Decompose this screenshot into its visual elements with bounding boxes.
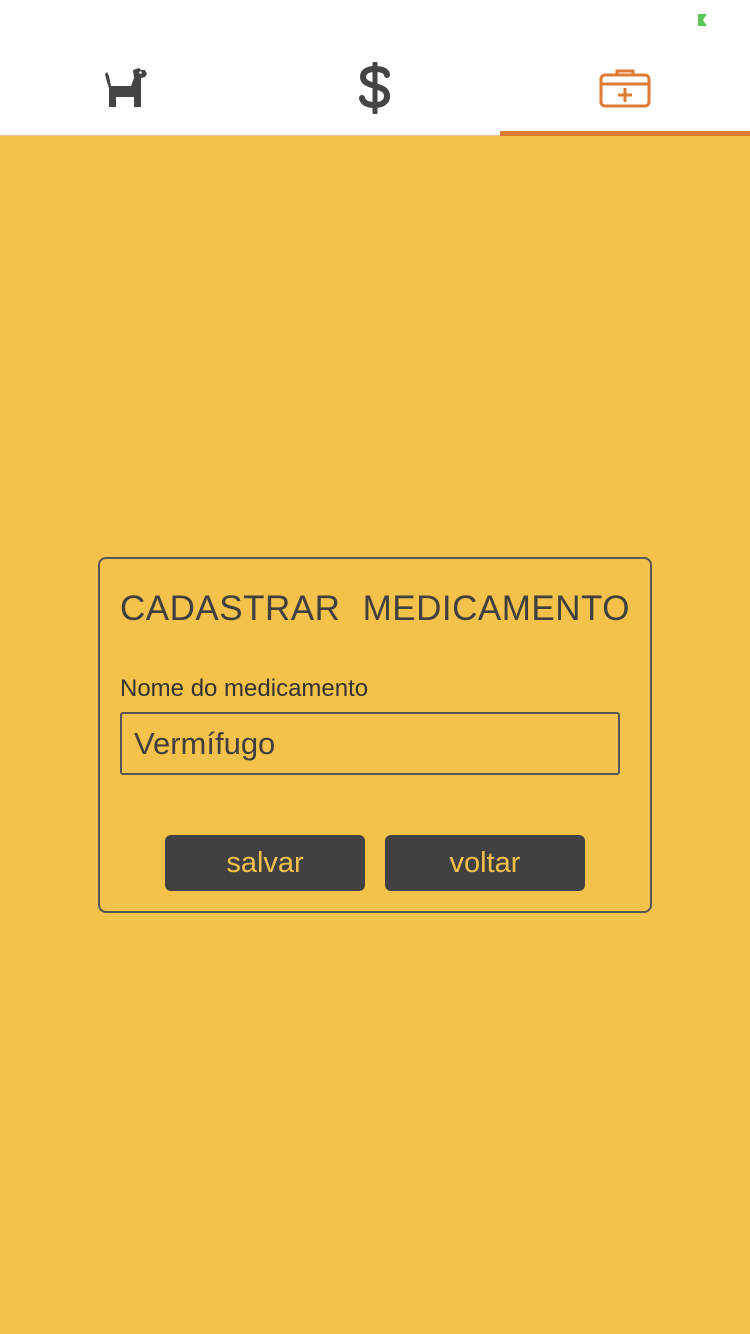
title-word-medicine: MEDICAMENTO bbox=[362, 589, 630, 628]
save-button[interactable]: salvar bbox=[165, 835, 365, 891]
title-word-register: CADASTRAR bbox=[120, 589, 341, 628]
app-screen: CADASTRAR MEDICAMENTO Nome do medicament… bbox=[0, 0, 750, 1334]
register-medicine-card: CADASTRAR MEDICAMENTO Nome do medicament… bbox=[98, 557, 652, 913]
medical-kit-icon bbox=[599, 69, 651, 107]
status-bar bbox=[0, 0, 750, 40]
battery-charging-icon bbox=[698, 14, 707, 26]
tab-pets[interactable] bbox=[0, 40, 250, 135]
dog-icon bbox=[105, 67, 147, 107]
medicine-name-input[interactable] bbox=[120, 712, 620, 775]
tab-bar bbox=[0, 40, 750, 136]
tab-finance[interactable] bbox=[250, 40, 500, 135]
tab-medicine[interactable] bbox=[500, 40, 750, 136]
page-title: CADASTRAR MEDICAMENTO bbox=[120, 589, 630, 629]
medicine-name-label: Nome do medicamento bbox=[120, 675, 369, 702]
dollar-icon bbox=[359, 61, 391, 114]
back-button[interactable]: voltar bbox=[385, 835, 585, 891]
